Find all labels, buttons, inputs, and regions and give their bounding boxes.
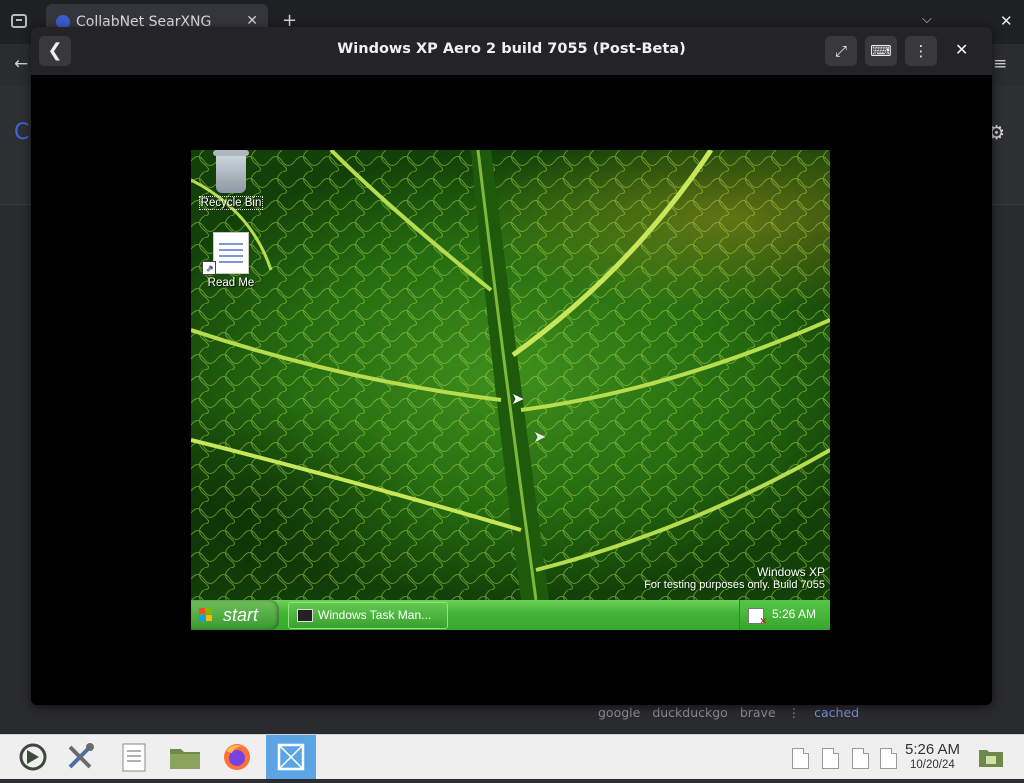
read-me-label: Read Me — [207, 277, 255, 289]
tray-document-icon-3[interactable] — [852, 748, 869, 769]
firefox-icon[interactable] — [220, 741, 254, 773]
network-error-tray-icon[interactable] — [748, 608, 767, 627]
fullscreen-button[interactable]: ⤢ — [825, 36, 857, 66]
text-editor-icon[interactable] — [117, 741, 151, 773]
system-tray: 5:26 AM — [739, 600, 830, 630]
engine-google: google — [598, 705, 641, 720]
window-close-icon[interactable]: ✕ — [1000, 12, 1013, 30]
tray-document-icon-4[interactable] — [880, 748, 897, 769]
tab-overflow-chevron-icon[interactable]: ⌵ — [922, 12, 932, 27]
host-clock-date[interactable]: 10/20/24 — [910, 759, 955, 771]
engine-brave: brave — [739, 705, 776, 720]
tray-document-icon-1[interactable] — [792, 748, 809, 769]
recycle-bin-label: Recycle Bin — [198, 196, 264, 210]
read-me-desktop-icon[interactable]: ↗ Read Me — [196, 232, 266, 289]
more-options-button[interactable]: ⋮ — [905, 36, 937, 66]
modal-header: ❮ Windows XP Aero 2 build 7055 (Post-Bet… — [31, 27, 992, 75]
browser-back-icon[interactable]: ← — [14, 54, 28, 74]
recycle-bin-desktop-icon[interactable]: Recycle Bin — [196, 150, 266, 210]
windows-flag-icon — [199, 608, 213, 622]
watermark-title: Windows XP — [756, 565, 825, 579]
tab-list-icon[interactable] — [11, 14, 27, 28]
document-icon: ↗ — [202, 232, 249, 275]
cached-link[interactable]: cached — [814, 705, 859, 720]
engine-duckduckgo: duckduckgo — [652, 705, 728, 720]
window-switcher-active-task[interactable] — [266, 735, 316, 779]
leaf-wallpaper — [191, 150, 830, 600]
modal-close-button[interactable]: ✕ — [955, 40, 968, 59]
task-button-label: Windows Task Man... — [318, 608, 432, 622]
start-button[interactable]: start — [191, 600, 279, 630]
xp-desktop[interactable]: Recycle Bin ↗ Read Me Windows XP For tes… — [191, 150, 830, 600]
file-manager-icon[interactable] — [168, 741, 202, 773]
mouse-cursor-icon: ➤ — [511, 389, 525, 408]
shortcut-arrow-icon: ↗ — [202, 261, 216, 275]
browser-menu-icon[interactable]: ≡ — [993, 54, 1007, 74]
result-engines-row: google duckduckgo brave ⋮ cached — [598, 705, 867, 720]
window-switcher-icon — [277, 743, 305, 771]
watermark-subtitle: For testing purposes only. Build 7055 — [644, 579, 825, 591]
keyboard-button[interactable]: ⌨ — [865, 36, 897, 66]
xp-clock: 5:26 AM — [772, 607, 817, 621]
mouse-cursor-ghost-icon: ➤ — [533, 427, 547, 446]
task-manager-icon — [297, 609, 313, 622]
host-clock-time[interactable]: 5:26 AM — [905, 741, 960, 758]
vm-screen[interactable]: Recycle Bin ↗ Read Me Windows XP For tes… — [191, 150, 830, 630]
xp-taskbar: start Windows Task Man... 5:26 AM — [191, 600, 830, 630]
settings-tools-icon[interactable] — [64, 741, 98, 773]
engine-separator: ⋮ — [787, 705, 801, 720]
searxng-logo[interactable]: C — [14, 120, 29, 145]
image-viewer-modal: ❮ Windows XP Aero 2 build 7055 (Post-Bet… — [31, 27, 992, 705]
tray-document-icon-2[interactable] — [822, 748, 839, 769]
recycle-bin-icon — [213, 150, 249, 193]
show-desktop-icon[interactable] — [978, 745, 1004, 769]
kde-plasma-icon[interactable] — [16, 741, 50, 773]
host-taskbar: 5:26 AM 10/20/24 — [0, 734, 1024, 779]
task-manager-taskbar-button[interactable]: Windows Task Man... — [288, 602, 448, 629]
start-label: start — [223, 605, 259, 625]
build-watermark: Windows XP For testing purposes only. Bu… — [644, 565, 825, 591]
